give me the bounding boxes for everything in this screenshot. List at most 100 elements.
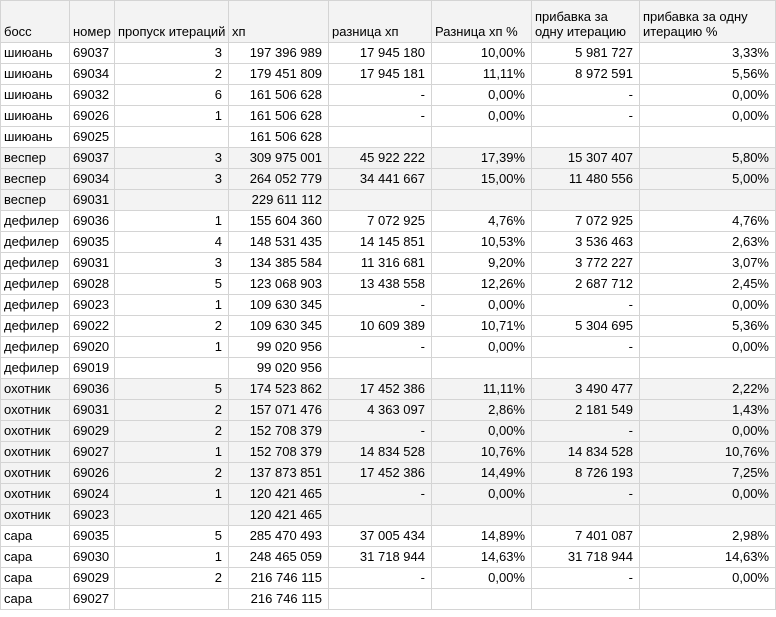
cell-hp-diff-percent[interactable]: 0,00% (431, 567, 532, 589)
cell-skip-iterations[interactable]: 6 (114, 84, 229, 106)
cell-skip-iterations[interactable]: 5 (114, 525, 229, 547)
cell-gain-per-iteration[interactable]: 11 480 556 (531, 168, 640, 190)
cell-hp-diff[interactable]: 34 441 667 (328, 168, 432, 190)
cell-hp-diff-percent[interactable]: 14,89% (431, 525, 532, 547)
cell-skip-iterations[interactable]: 2 (114, 315, 229, 337)
cell-hp-diff[interactable]: - (328, 420, 432, 442)
cell-gain-per-iteration[interactable]: 7 401 087 (531, 525, 640, 547)
cell-hp-diff-percent[interactable]: 0,00% (431, 294, 532, 316)
cell-gain-per-iteration[interactable]: 8 726 193 (531, 462, 640, 484)
cell-hp[interactable]: 179 451 809 (228, 63, 329, 85)
cell-gain-per-iteration-percent[interactable]: 2,22% (639, 378, 776, 400)
cell-boss[interactable]: охотник (0, 399, 70, 421)
cell-gain-per-iteration[interactable]: 5 304 695 (531, 315, 640, 337)
cell-gain-per-iteration-percent[interactable]: 1,43% (639, 399, 776, 421)
cell-number[interactable]: 69034 (69, 63, 115, 85)
cell-hp[interactable]: 161 506 628 (228, 84, 329, 106)
cell-skip-iterations[interactable]: 1 (114, 546, 229, 568)
cell-number[interactable]: 69030 (69, 546, 115, 568)
cell-hp[interactable]: 148 531 435 (228, 231, 329, 253)
cell-gain-per-iteration-percent[interactable]: 10,76% (639, 441, 776, 463)
cell-gain-per-iteration[interactable]: - (531, 294, 640, 316)
cell-gain-per-iteration[interactable] (531, 189, 640, 211)
cell-skip-iterations[interactable] (114, 504, 229, 526)
cell-number[interactable]: 69019 (69, 357, 115, 379)
cell-hp-diff[interactable]: 7 072 925 (328, 210, 432, 232)
cell-hp-diff-percent[interactable]: 0,00% (431, 105, 532, 127)
cell-gain-per-iteration-percent[interactable]: 0,00% (639, 483, 776, 505)
cell-skip-iterations[interactable]: 5 (114, 378, 229, 400)
cell-gain-per-iteration[interactable]: 2 181 549 (531, 399, 640, 421)
cell-boss[interactable]: дефилер (0, 315, 70, 337)
cell-number[interactable]: 69024 (69, 483, 115, 505)
cell-number[interactable]: 69026 (69, 105, 115, 127)
cell-hp[interactable]: 155 604 360 (228, 210, 329, 232)
cell-gain-per-iteration-percent[interactable]: 0,00% (639, 420, 776, 442)
cell-hp[interactable]: 264 052 779 (228, 168, 329, 190)
cell-gain-per-iteration-percent[interactable]: 0,00% (639, 84, 776, 106)
cell-hp[interactable]: 99 020 956 (228, 357, 329, 379)
cell-boss[interactable]: охотник (0, 378, 70, 400)
cell-number[interactable]: 69037 (69, 147, 115, 169)
cell-hp[interactable]: 109 630 345 (228, 294, 329, 316)
cell-hp-diff[interactable]: - (328, 336, 432, 358)
cell-hp-diff-percent[interactable]: 0,00% (431, 420, 532, 442)
cell-boss[interactable]: охотник (0, 462, 70, 484)
cell-boss[interactable]: дефилер (0, 336, 70, 358)
cell-gain-per-iteration-percent[interactable]: 2,45% (639, 273, 776, 295)
cell-hp-diff[interactable]: - (328, 294, 432, 316)
cell-boss[interactable]: шиюань (0, 126, 70, 148)
header-cell-hp-diff-percent[interactable]: Разница хп % (431, 0, 532, 43)
cell-boss[interactable]: охотник (0, 441, 70, 463)
cell-skip-iterations[interactable]: 2 (114, 399, 229, 421)
cell-hp-diff-percent[interactable] (431, 357, 532, 379)
cell-hp[interactable]: 152 708 379 (228, 420, 329, 442)
cell-hp-diff-percent[interactable] (431, 588, 532, 610)
header-cell-skip-iterations[interactable]: пропуск итераций (114, 0, 229, 43)
cell-hp[interactable]: 109 630 345 (228, 315, 329, 337)
cell-skip-iterations[interactable]: 4 (114, 231, 229, 253)
cell-hp-diff[interactable]: 11 316 681 (328, 252, 432, 274)
cell-gain-per-iteration[interactable]: - (531, 420, 640, 442)
cell-gain-per-iteration-percent[interactable] (639, 588, 776, 610)
cell-gain-per-iteration-percent[interactable]: 7,25% (639, 462, 776, 484)
cell-gain-per-iteration[interactable]: 2 687 712 (531, 273, 640, 295)
cell-hp[interactable]: 161 506 628 (228, 126, 329, 148)
cell-gain-per-iteration[interactable]: 8 972 591 (531, 63, 640, 85)
cell-boss[interactable]: шиюань (0, 63, 70, 85)
cell-skip-iterations[interactable]: 1 (114, 294, 229, 316)
cell-hp-diff-percent[interactable]: 17,39% (431, 147, 532, 169)
cell-hp[interactable]: 157 071 476 (228, 399, 329, 421)
cell-skip-iterations[interactable]: 3 (114, 168, 229, 190)
cell-hp-diff-percent[interactable]: 4,76% (431, 210, 532, 232)
cell-gain-per-iteration-percent[interactable]: 0,00% (639, 336, 776, 358)
cell-boss[interactable]: сара (0, 546, 70, 568)
cell-boss[interactable]: сара (0, 588, 70, 610)
cell-skip-iterations[interactable]: 1 (114, 105, 229, 127)
cell-skip-iterations[interactable]: 3 (114, 252, 229, 274)
cell-number[interactable]: 69031 (69, 252, 115, 274)
cell-skip-iterations[interactable]: 1 (114, 336, 229, 358)
cell-number[interactable]: 69027 (69, 588, 115, 610)
cell-boss[interactable]: дефилер (0, 210, 70, 232)
cell-hp-diff[interactable]: - (328, 483, 432, 505)
cell-hp-diff[interactable] (328, 588, 432, 610)
header-cell-number[interactable]: номер (69, 0, 115, 43)
cell-hp-diff[interactable]: 37 005 434 (328, 525, 432, 547)
cell-number[interactable]: 69023 (69, 504, 115, 526)
cell-number[interactable]: 69035 (69, 525, 115, 547)
cell-gain-per-iteration[interactable]: - (531, 84, 640, 106)
cell-boss[interactable]: дефилер (0, 357, 70, 379)
cell-gain-per-iteration-percent[interactable] (639, 504, 776, 526)
header-cell-gain-per-iteration-percent[interactable]: прибавка за одну итерацию % (639, 0, 776, 43)
cell-boss[interactable]: сара (0, 567, 70, 589)
cell-number[interactable]: 69027 (69, 441, 115, 463)
cell-hp-diff[interactable]: 31 718 944 (328, 546, 432, 568)
cell-boss[interactable]: дефилер (0, 273, 70, 295)
cell-gain-per-iteration[interactable]: 14 834 528 (531, 441, 640, 463)
cell-gain-per-iteration[interactable]: - (531, 105, 640, 127)
cell-gain-per-iteration-percent[interactable]: 2,63% (639, 231, 776, 253)
cell-hp-diff[interactable] (328, 126, 432, 148)
cell-gain-per-iteration-percent[interactable]: 14,63% (639, 546, 776, 568)
cell-hp-diff[interactable]: 4 363 097 (328, 399, 432, 421)
